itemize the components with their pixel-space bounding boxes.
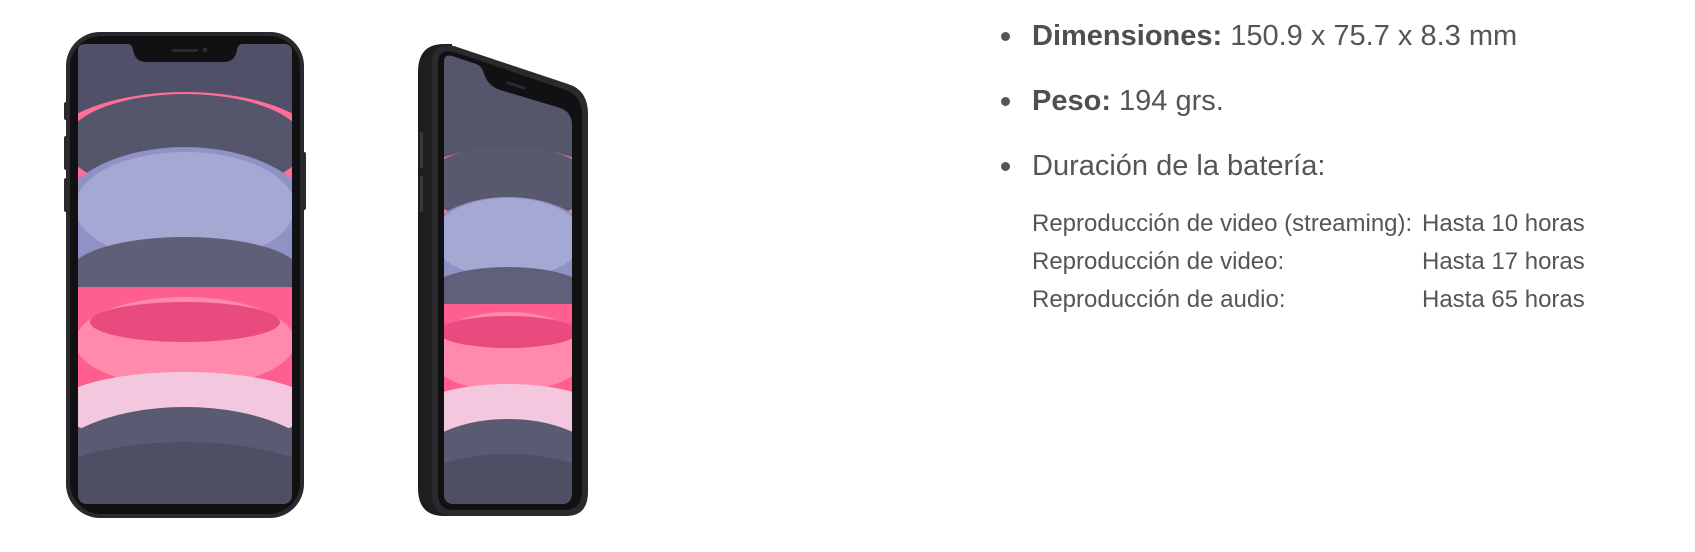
battery-activity: Reproducción de video (streaming):: [1032, 205, 1422, 243]
battery-activity: Reproducción de audio:: [1032, 281, 1422, 319]
specs-panel: Dimensiones: 150.9 x 75.7 x 8.3 mm Peso:…: [1001, 14, 1681, 319]
bullet-icon: [1001, 97, 1010, 106]
table-row: Reproducción de video: Hasta 17 horas: [1032, 243, 1585, 281]
bullet-icon: [1001, 162, 1010, 171]
battery-activity-text: Reproducción de video (streaming):: [1032, 210, 1413, 237]
spec-value: 194 grs.: [1119, 85, 1224, 117]
spec-list: Dimensiones: 150.9 x 75.7 x 8.3 mm Peso:…: [1001, 14, 1681, 188]
table-row: Reproducción de audio: Hasta 65 horas: [1032, 281, 1585, 319]
battery-duration: Hasta 65 horas: [1422, 286, 1585, 313]
battery-activity-text: Reproducción de video:: [1032, 248, 1285, 275]
battery-activity: Reproducción de video:: [1032, 243, 1422, 281]
spec-dimensions: Dimensiones: 150.9 x 75.7 x 8.3 mm: [1001, 14, 1681, 58]
battery-duration: Hasta 10 horas: [1422, 210, 1585, 237]
battery-activity-text: Reproducción de audio:: [1032, 286, 1286, 313]
spec-value: Duración de la batería:: [1032, 150, 1326, 182]
spec-value: 150.9 x 75.7 x 8.3 mm: [1230, 20, 1518, 52]
phone-front-image: [64, 32, 306, 518]
battery-duration: Hasta 17 horas: [1422, 248, 1585, 275]
bullet-icon: [1001, 32, 1010, 41]
table-row: Reproducción de video (streaming): Hasta…: [1032, 205, 1585, 243]
spec-label: Peso:: [1032, 85, 1120, 117]
spec-weight: Peso: 194 grs.: [1001, 79, 1681, 123]
spec-label: Dimensiones:: [1032, 20, 1231, 52]
phone-side-image: [418, 44, 588, 516]
product-images: [0, 0, 700, 552]
battery-table: Reproducción de video (streaming): Hasta…: [1032, 205, 1585, 319]
spec-battery: Duración de la batería:: [1001, 144, 1681, 188]
